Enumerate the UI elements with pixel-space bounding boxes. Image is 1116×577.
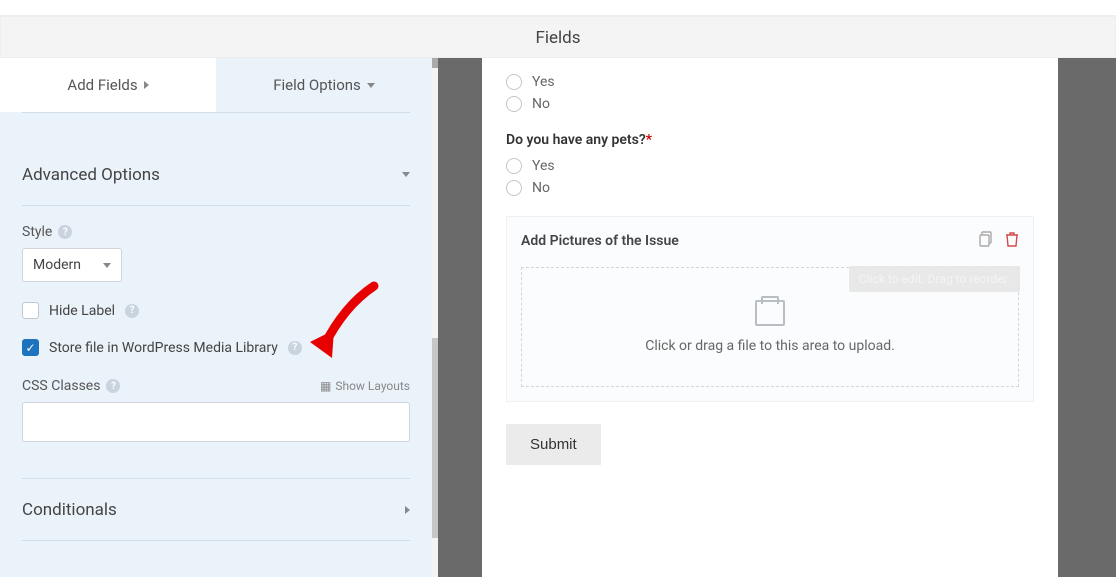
style-label: Style ? (22, 224, 410, 240)
chevron-down-icon (103, 263, 111, 268)
radio-yes: Yes (532, 74, 555, 90)
store-media-text: Store file in WordPress Media Library (49, 340, 278, 356)
help-icon[interactable]: ? (125, 304, 139, 318)
radio-yes: Yes (532, 158, 555, 174)
grid-icon: ▦ (320, 379, 331, 393)
help-icon[interactable]: ? (106, 379, 120, 393)
hide-label-text: Hide Label (49, 303, 115, 319)
store-media-checkbox[interactable]: ✓ (22, 339, 39, 356)
file-dropzone[interactable]: Click to edit. Drag to reorder. Click or… (521, 267, 1019, 387)
tab-add-fields[interactable]: Add Fields (0, 58, 216, 112)
accordion-conditionals[interactable]: Conditionals (22, 479, 410, 541)
radio-no: No (532, 180, 550, 196)
style-select[interactable]: Modern (22, 248, 122, 282)
help-icon[interactable]: ? (58, 225, 72, 239)
question-pets: Do you have any pets?* (506, 132, 1034, 148)
help-icon[interactable]: ? (288, 341, 302, 355)
tab-field-options[interactable]: Field Options (216, 58, 432, 112)
field-tooltip: Click to edit. Drag to reorder. (849, 266, 1020, 292)
radio-option[interactable] (506, 158, 522, 174)
submit-button[interactable]: Submit (506, 424, 601, 465)
page-header: Fields (0, 16, 1116, 58)
upload-field[interactable]: Add Pictures of the Issue Click to edit.… (506, 216, 1034, 402)
upload-icon (755, 300, 785, 326)
dropzone-text: Click or drag a file to this area to upl… (645, 338, 895, 354)
hide-label-checkbox[interactable] (22, 302, 39, 319)
sidebar-panel: Add Fields Field Options Advanced Option… (0, 58, 432, 577)
form-preview: Yes No Do you have any pets?* Yes No (482, 58, 1058, 577)
css-classes-label: CSS Classes ? (22, 378, 120, 394)
required-asterisk: * (646, 132, 652, 148)
conditionals-label: Conditionals (22, 500, 117, 520)
chevron-down-icon (367, 83, 375, 88)
chevron-down-icon (402, 172, 410, 177)
tab-add-fields-label: Add Fields (67, 76, 137, 94)
accordion-advanced-options[interactable]: Advanced Options (22, 144, 410, 206)
advanced-options-label: Advanced Options (22, 165, 160, 185)
chevron-right-icon (144, 81, 149, 89)
duplicate-icon[interactable] (979, 231, 995, 251)
trash-icon[interactable] (1005, 231, 1019, 251)
radio-option[interactable] (506, 74, 522, 90)
radio-option[interactable] (506, 180, 522, 196)
page-title: Fields (535, 28, 580, 48)
show-layouts-link[interactable]: ▦ Show Layouts (320, 379, 410, 393)
radio-option[interactable] (506, 96, 522, 112)
css-classes-input[interactable] (22, 402, 410, 442)
chevron-right-icon (405, 506, 410, 514)
style-value: Modern (33, 257, 81, 273)
radio-no: No (532, 96, 550, 112)
tab-field-options-label: Field Options (273, 76, 361, 94)
upload-title: Add Pictures of the Issue (521, 233, 679, 249)
